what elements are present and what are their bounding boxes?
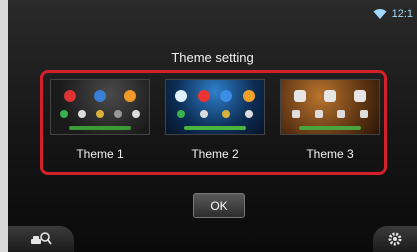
theme-1-preview: [50, 79, 150, 135]
status-time: 12:1: [391, 8, 413, 20]
settings-button[interactable]: [373, 226, 417, 252]
ok-button[interactable]: OK: [193, 193, 245, 218]
search-button[interactable]: [8, 226, 74, 252]
theme-3-preview: [280, 79, 380, 135]
theme-2-label: Theme 2: [191, 147, 239, 161]
theme-list: Theme 1 Theme 2 Theme 3: [50, 79, 380, 169]
theme-1-label: Theme 1: [76, 147, 124, 161]
theme-option-1[interactable]: Theme 1: [50, 79, 150, 169]
theme-2-preview: [165, 79, 265, 135]
theme-3-label: Theme 3: [306, 147, 354, 161]
theme-option-3[interactable]: Theme 3: [280, 79, 380, 169]
wifi-icon: [373, 9, 387, 19]
screen: 12:1 Theme setting Theme 1 Theme 2 Theme…: [8, 0, 417, 252]
page-title: Theme setting: [171, 50, 254, 65]
theme-option-2[interactable]: Theme 2: [165, 79, 265, 169]
status-bar: 12:1: [373, 6, 417, 22]
search-car-icon: [31, 232, 52, 245]
gear-icon: [388, 232, 402, 246]
